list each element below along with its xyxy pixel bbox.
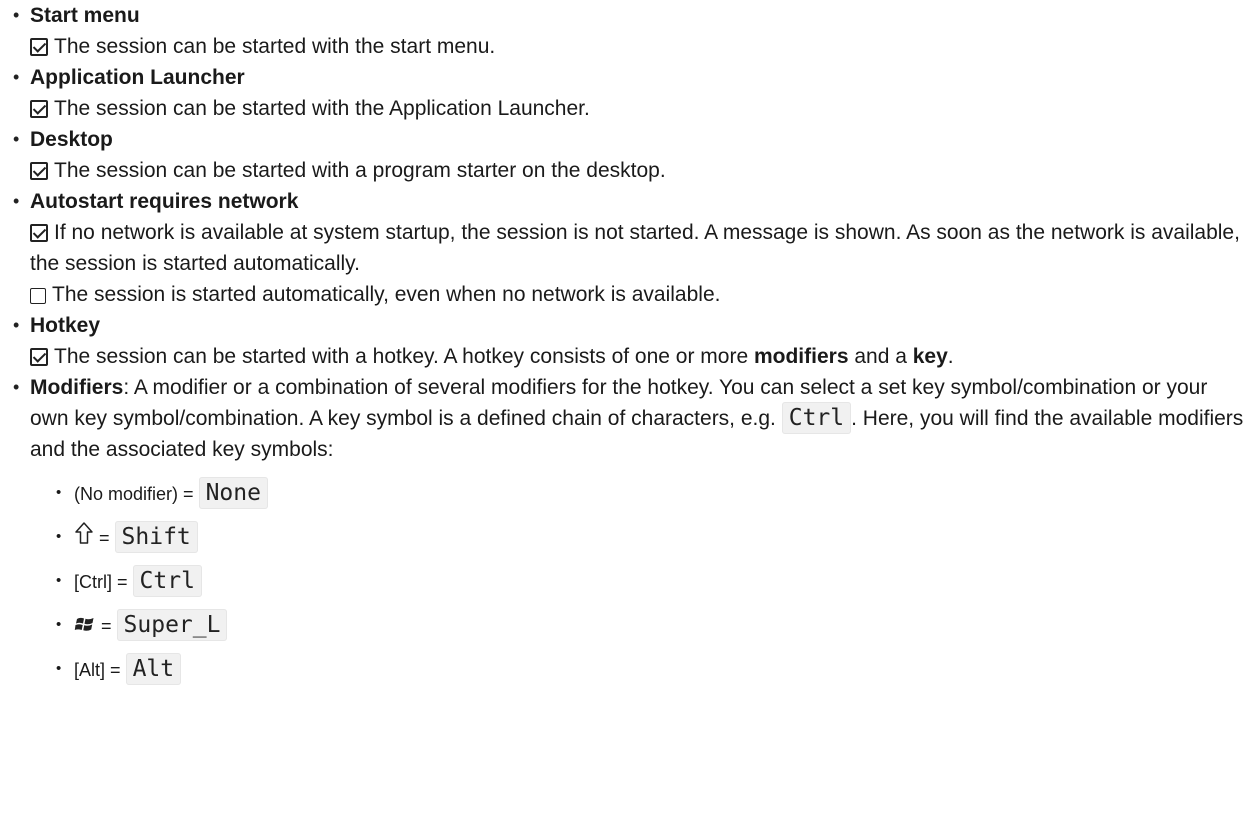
modifier-label: [Ctrl] (74, 572, 112, 592)
modifier-item-shift: = Shift (52, 515, 1247, 559)
checked-checkbox-icon (30, 348, 48, 366)
key-symbol: Shift (114, 521, 198, 553)
item-checked-text-end: . (947, 345, 954, 368)
checked-checkbox-icon (30, 224, 48, 242)
list-item-start-menu: Start menu The session can be started wi… (8, 0, 1247, 62)
item-title: Application Launcher (30, 66, 245, 89)
modifier-label: (No modifier) (74, 484, 179, 504)
equals-sign: = (183, 484, 194, 504)
item-checked-text-continued: and a (848, 345, 913, 368)
bold-term-modifiers: modifiers (753, 345, 849, 368)
equals-sign: = (99, 528, 110, 548)
modifier-item-alt: [Alt] = Alt (52, 647, 1247, 691)
item-checked-text: The session can be started with the star… (54, 35, 496, 58)
item-checked-text: If no network is available at system sta… (30, 221, 1240, 275)
item-title: Desktop (30, 128, 113, 151)
equals-sign: = (110, 660, 121, 680)
list-item-application-launcher: Application Launcher The session can be … (8, 62, 1247, 124)
windows-logo-icon (74, 605, 96, 649)
item-unchecked-text: The session is started automatically, ev… (52, 283, 721, 306)
item-title: Autostart requires network (30, 190, 299, 213)
item-title: Hotkey (30, 314, 101, 337)
modifiers-label: Modifiers (30, 376, 124, 399)
list-item-desktop: Desktop The session can be started with … (8, 124, 1247, 186)
item-checked-text: The session can be started with a hotkey… (54, 345, 754, 368)
bold-term-key: key (912, 345, 948, 368)
key-symbol: Ctrl (132, 565, 202, 597)
options-list: Start menu The session can be started wi… (8, 0, 1247, 691)
item-title: Start menu (30, 4, 140, 27)
unchecked-checkbox-icon (30, 288, 46, 304)
list-item-hotkey: Hotkey The session can be started with a… (8, 310, 1247, 372)
modifier-item-none: (No modifier) = None (52, 471, 1247, 515)
key-symbol: None (198, 477, 268, 509)
modifier-list: (No modifier) = None = Shift [Ctrl] = (30, 471, 1247, 691)
document: Start menu The session can be started wi… (0, 0, 1247, 691)
example-code: Ctrl (781, 402, 852, 434)
equals-sign: = (101, 616, 112, 636)
checked-checkbox-icon (30, 38, 48, 56)
key-symbol: Super_L (116, 609, 228, 641)
list-item-modifiers: Modifiers: A modifier or a combination o… (8, 372, 1247, 691)
checked-checkbox-icon (30, 162, 48, 180)
key-symbol: Alt (125, 653, 182, 685)
shift-arrow-icon (74, 517, 94, 561)
item-checked-text: The session can be started with the Appl… (54, 97, 590, 120)
equals-sign: = (117, 572, 128, 592)
item-checked-text: The session can be started with a progra… (54, 159, 666, 182)
modifier-item-super: = Super_L (52, 603, 1247, 647)
checked-checkbox-icon (30, 100, 48, 118)
modifier-item-ctrl: [Ctrl] = Ctrl (52, 559, 1247, 603)
modifier-label: [Alt] (74, 660, 106, 680)
list-item-autostart: Autostart requires network If no network… (8, 186, 1247, 310)
